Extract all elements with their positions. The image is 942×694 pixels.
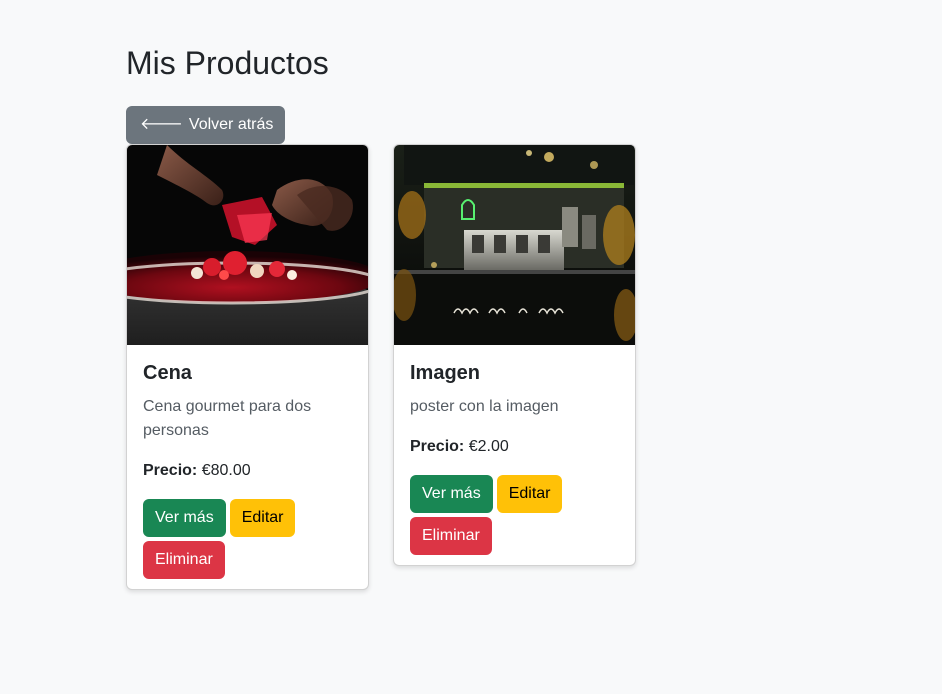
card-actions: Ver más Editar Eliminar bbox=[143, 499, 323, 579]
product-card: Imagen poster con la imagen Precio: €2.0… bbox=[393, 144, 636, 566]
product-price: Precio: €2.00 bbox=[410, 435, 619, 459]
edit-button[interactable]: Editar bbox=[496, 475, 563, 513]
view-more-button[interactable]: Ver más bbox=[143, 499, 226, 537]
product-description: Cena gourmet para dos personas bbox=[143, 398, 312, 439]
product-price: Precio: €80.00 bbox=[143, 459, 352, 483]
product-image-dessert bbox=[127, 145, 368, 345]
back-button-label: Volver atrás bbox=[188, 116, 274, 133]
view-more-button[interactable]: Ver más bbox=[410, 475, 493, 513]
price-value: €2.00 bbox=[468, 438, 509, 455]
product-description: poster con la imagen bbox=[410, 398, 559, 415]
product-title: Imagen bbox=[410, 362, 481, 384]
edit-button[interactable]: Editar bbox=[229, 499, 296, 537]
price-value: €80.00 bbox=[201, 462, 251, 479]
price-label: Precio: bbox=[410, 438, 465, 455]
page-title: Mis Productos bbox=[126, 45, 329, 81]
product-card: Cena Cena gourmet para dos personas Prec… bbox=[126, 144, 369, 590]
card-body: Imagen poster con la imagen Precio: €2.0… bbox=[394, 345, 635, 565]
product-title: Cena bbox=[143, 362, 192, 384]
card-actions: Ver más Editar Eliminar bbox=[410, 475, 590, 555]
card-body: Cena Cena gourmet para dos personas Prec… bbox=[127, 345, 368, 589]
delete-button[interactable]: Eliminar bbox=[410, 517, 492, 555]
delete-button[interactable]: Eliminar bbox=[143, 541, 225, 579]
arrow-left-icon: 🡐 bbox=[140, 116, 183, 133]
back-button[interactable]: 🡐 Volver atrás bbox=[126, 106, 286, 144]
price-label: Precio: bbox=[143, 462, 198, 479]
product-image-coffee-cart bbox=[394, 145, 635, 345]
